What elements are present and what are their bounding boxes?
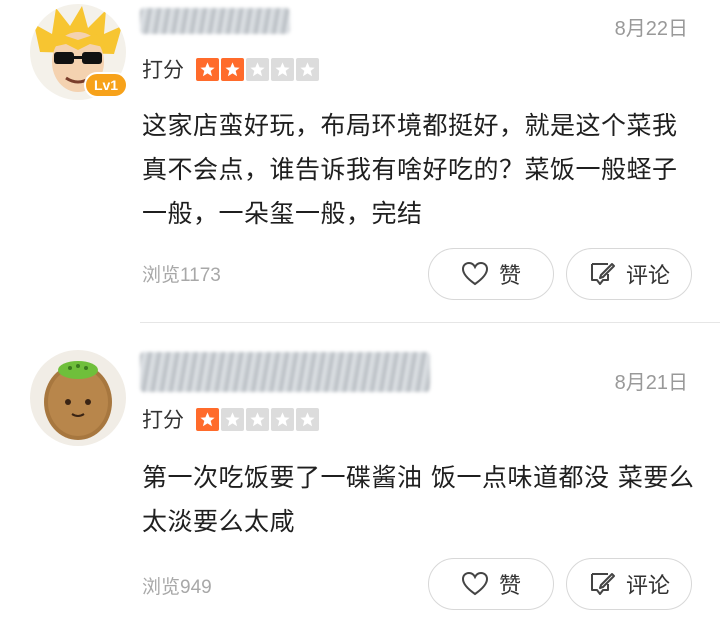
level-badge: Lv1 [84,72,128,98]
like-button[interactable]: 赞 [428,248,554,300]
view-count: 浏览1173 [142,265,221,286]
heart-icon [461,260,489,288]
rating-label: 打分 [142,58,184,82]
review-text: 第一次吃饭要了一碟酱油 饭一点味道都没 菜要么太淡要么太咸 [142,463,695,536]
review-item: 8月21日 打分 第一次吃饭要了一碟酱油 饭一点味道都没 菜要么太淡要么太咸 浏… [0,322,720,624]
star-icon [196,57,219,81]
username-blurred[interactable] [140,8,290,34]
star-icon [296,57,319,81]
rating-row: 打分 [142,54,319,84]
star-icon [221,57,244,81]
comment-label: 评论 [625,264,670,289]
comment-edit-icon [588,260,616,288]
heart-icon [461,570,489,598]
star-rating [196,57,319,81]
star-rating [196,407,319,431]
avatar[interactable] [30,350,126,446]
username-blurred[interactable] [140,352,430,392]
star-icon [246,407,269,431]
star-icon [246,57,269,81]
comment-button[interactable]: 评论 [566,558,692,610]
view-count: 浏览949 [142,577,212,598]
review-text: 这家店蛮好玩，布局环境都挺好，就是这个菜我真不会点，谁告诉我有啥好吃的？菜饭一般… [142,111,678,228]
star-icon [271,407,294,431]
review-item: Lv1 8月22日 打分 这家店蛮好玩，布局环境都挺好，就是这个菜我真不会点，谁… [0,0,720,322]
like-button[interactable]: 赞 [428,558,554,610]
rating-label: 打分 [142,408,184,432]
comment-button[interactable]: 评论 [566,248,692,300]
rating-row: 打分 [142,404,319,434]
star-icon [296,407,319,431]
star-icon [221,407,244,431]
like-label: 赞 [498,574,521,599]
review-date: 8月21日 [614,372,688,394]
star-icon [271,57,294,81]
comment-edit-icon [588,570,616,598]
like-label: 赞 [498,264,521,289]
review-date: 8月22日 [614,18,688,40]
comment-label: 评论 [625,574,670,599]
star-icon [196,407,219,431]
